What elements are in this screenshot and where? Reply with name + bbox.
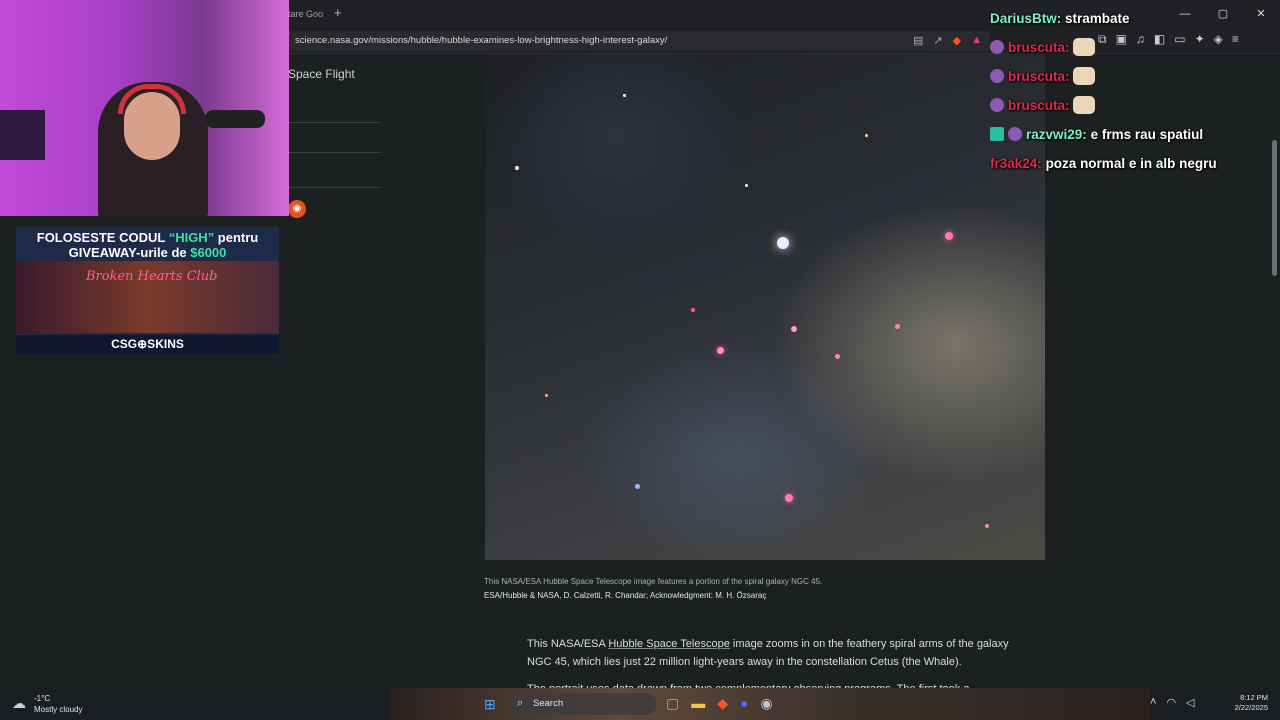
cat-emote-icon [1073,96,1096,114]
chat-username: razvwi29: [1026,127,1087,142]
subscriber-badge-icon [1008,127,1022,141]
url-field[interactable]: science.nasa.gov/missions/hubble/hubble-… [286,31,990,51]
browser-tab[interactable]: tare Goo [282,4,330,24]
steam-icon[interactable]: ◉ [760,695,772,712]
new-tab-button[interactable]: + [334,5,342,21]
ad-club-sign: Broken Hearts Club [86,269,218,284]
file-explorer-icon[interactable]: ▬ [691,695,705,712]
chat-message: fr3ak24: poza normal e in alb negru [990,153,1275,174]
taskbar-search[interactable]: ⌕ Search [509,693,657,715]
cat-emote-icon [1073,38,1096,56]
article-paragraph-2: The portrait uses data drawn from two co… [527,680,987,688]
brave-rewards-icon[interactable]: ▲ [971,34,982,47]
nav-divider [282,187,381,188]
nav-link-space-flight[interactable]: Space Flight [288,67,355,81]
sponsor-ad: FOLOSESTE CODUL “HIGH” pentru GIVEAWAY-u… [16,227,279,354]
ad-text: GIVEAWAY-urile de [68,245,191,260]
nav-divider [282,152,381,153]
ad-amount: $6000 [190,245,227,260]
chat-message: bruscuta: [990,37,1275,58]
volume-icon[interactable]: ◁ [1186,696,1194,709]
star [717,347,724,354]
star [545,394,548,397]
star [691,308,695,312]
star [835,354,840,359]
star [745,184,748,187]
ad-text: FOLOSESTE CODUL [36,230,169,245]
ad-brand: CSG⊕SKINS [16,335,279,354]
discord-icon[interactable]: ● [740,695,748,712]
background-monitor [0,110,45,160]
image-credit: ESA/Hubble & NASA, D. Calzetti, R. Chand… [484,591,767,600]
ad-code: “HIGH” [168,230,215,245]
microphone [205,110,265,128]
wifi-icon[interactable]: ◠ [1166,696,1176,709]
url-icons: ▤ ↗ ◆ ▲ [913,34,982,47]
taskbar: ☁ -1°C Mostly cloudy ⊞ ⌕ Search ▢ ▬ ◆ ● … [0,688,1280,720]
clock-time: 8:12 PM [1240,693,1268,702]
weather-cloud-icon[interactable]: ☁ [12,695,26,712]
star [791,326,797,332]
search-icon: ⌕ [517,697,524,709]
chat-message: bruscuta: [990,66,1275,87]
star [515,166,519,170]
task-view-icon[interactable]: ▢ [666,695,679,712]
chat-username: fr3ak24: [990,156,1042,171]
chat-text: poza normal e in alb negru [1045,156,1217,171]
screen: tare Goo + — ▢ ✕ science.nasa.gov/missio… [0,0,1280,720]
chat-username: DariusBtw: [990,11,1062,26]
article-paragraph: This NASA/ESA Hubble Space Telescope ima… [527,635,1017,671]
star [945,232,953,240]
weather-desc[interactable]: Mostly cloudy [34,705,82,714]
galaxy-image [485,54,1045,560]
webcam-overlay [0,0,289,216]
chat-message: bruscuta: [990,95,1275,116]
nav-divider [282,122,381,123]
search-label: Search [533,698,564,709]
subscriber-badge-icon [990,69,1004,83]
image-caption: This NASA/ESA Hubble Space Telescope ima… [484,577,823,586]
mod-badge-icon [990,127,1004,141]
star [623,94,626,97]
star [635,484,640,489]
share-icon[interactable]: ↗ [933,34,942,47]
hubble-link[interactable]: Hubble Space Telescope [608,638,730,650]
chat-message: razvwi29: e frms rau spatiul [990,124,1275,145]
chat-username: bruscuta: [1008,40,1070,55]
cat-emote-icon [1073,67,1096,85]
taskbar-clock[interactable]: 8:12 PM 2/22/2025 [1232,693,1268,713]
chat-text: e frms rau spatiul [1090,127,1204,142]
star [895,324,900,329]
ad-text: pentru [214,230,259,245]
brave-shields-icon[interactable]: ◆ [953,34,961,47]
star [865,134,868,137]
clock-date: 2/22/2025 [1234,703,1268,712]
subscriber-badge-icon [990,40,1004,54]
brave-browser-icon[interactable]: ◆ [717,695,728,712]
tray-overflow-icon[interactable]: ˄ [1150,696,1156,709]
chat-message: DariusBtw: strambate [990,8,1275,29]
chat-overlay: DariusBtw: strambate bruscuta: bruscuta:… [990,8,1275,182]
star [985,524,989,528]
chat-text: strambate [1065,11,1130,26]
weather-temp[interactable]: -1°C [34,694,50,703]
taskbar-apps: ▢ ▬ ◆ ● ◉ [666,695,773,712]
star [785,494,793,502]
star [777,237,789,249]
reader-icon[interactable]: ▤ [913,34,923,47]
chat-username: bruscuta: [1008,69,1070,84]
rss-icon[interactable]: ◉ [288,200,306,218]
windows-start-icon[interactable]: ⊞ [484,696,500,712]
url-text[interactable]: science.nasa.gov/missions/hubble/hubble-… [295,35,667,46]
chat-username: bruscuta: [1008,98,1070,113]
ad-line-2: GIVEAWAY-urile de $6000 [16,245,279,260]
subscriber-badge-icon [990,98,1004,112]
ad-line-1: FOLOSESTE CODUL “HIGH” pentru [16,230,279,245]
system-tray: ˄ ◠ ◁ [1150,696,1195,709]
para-text: This NASA/ESA [527,638,609,650]
